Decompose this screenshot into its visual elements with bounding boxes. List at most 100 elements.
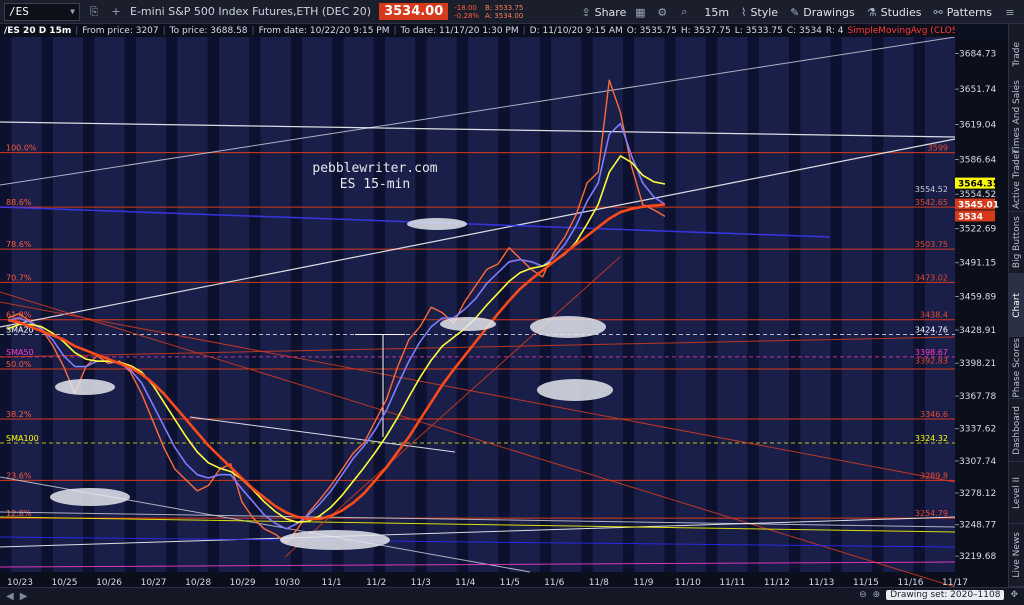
rail-tab-times-and-sales[interactable]: Times And Sales (1009, 80, 1024, 154)
session-stripe (871, 37, 884, 587)
rail-tab-dashboard[interactable]: Dashboard (1009, 399, 1024, 462)
level-price-label: 3503.75 (915, 240, 948, 249)
overflow-menu-icon[interactable]: ≡ (1002, 6, 1018, 19)
level-price-label: 3542.65 (915, 198, 948, 207)
chart-info-row: /ES 20 D 15m | From price: 3207 | To pri… (0, 24, 955, 37)
annotation-ellipse (440, 317, 496, 331)
fib-level-label: 50.0% (6, 360, 32, 369)
session-stripe (830, 37, 842, 587)
session-stripe (788, 37, 801, 587)
share-button[interactable]: ⇪ Share (581, 6, 626, 19)
rail-tab-trade[interactable]: Trade (1009, 24, 1024, 87)
x-tick-label: 11/4 (455, 578, 475, 587)
patterns-label: Patterns (946, 5, 992, 19)
price-tag-label: 3534 (958, 212, 983, 222)
y-tick-label: 3248.77 (959, 521, 996, 531)
x-tick-label: 11/10 (675, 578, 701, 587)
bottom-bar: ◀ ▶ ⊖ ⊕ Drawing set: 2020–1108 ✥ (0, 587, 1024, 605)
x-tick-label: 11/13 (808, 578, 834, 587)
price-tag-label: 3564.35 (958, 180, 999, 190)
style-icon: ⌇ (741, 5, 747, 19)
price-chart[interactable]: 100.0% 88.6% 78.6% 70.7% 61.8% 50.0% 38.2% 23.6… (0, 37, 1008, 587)
rail-tab-label: Chart (1012, 292, 1022, 318)
info-bar-date: D: 11/10/20 9:15 AM (529, 25, 623, 36)
rail-tab-chart[interactable]: Chart (1009, 274, 1024, 337)
ask-price: A: 3534.00 (485, 11, 524, 20)
x-tick-label: 11/2 (366, 578, 386, 587)
rail-tab-label: Trade (1012, 42, 1022, 68)
rail-tab-level-ii[interactable]: Level II (1009, 462, 1024, 525)
divider: | (162, 25, 166, 36)
style-label: Style (750, 5, 779, 19)
rail-tab-label: Phase Scores (1012, 337, 1022, 398)
last-price-badge: 3534.00 (379, 3, 449, 20)
x-tick-label: 10/30 (274, 578, 300, 587)
bid-price: B: 3533.75 (485, 3, 524, 12)
info-close: C: 3534 (786, 25, 822, 36)
level-price-label: 3424.76 (915, 325, 948, 334)
x-tick-label: 10/25 (52, 578, 78, 587)
drawing-set-label[interactable]: Drawing set: 2020–1108 (886, 590, 1005, 600)
zoom-out-icon[interactable]: ⊖ (859, 590, 867, 600)
x-tick-label: 10/29 (230, 578, 256, 587)
style-button[interactable]: ⌇ Style (741, 6, 778, 19)
rail-tab-phase-scores[interactable]: Phase Scores (1009, 337, 1024, 400)
pan-icon[interactable]: ✥ (1010, 590, 1018, 600)
rail-tab-label: Dashboard (1012, 405, 1022, 455)
x-tick-label: 10/26 (96, 578, 122, 587)
zoom-in-icon[interactable]: ⊕ (873, 590, 881, 600)
session-stripe (290, 37, 303, 587)
studies-button[interactable]: ⚗ Studies (867, 6, 922, 19)
net-change: -18.00 (454, 3, 477, 12)
session-stripe (747, 37, 759, 587)
session-stripe (373, 37, 386, 587)
right-rail: Trade Times And Sales Active Trader Big But… (1008, 24, 1024, 587)
info-high: H: 3537.75 (680, 25, 731, 36)
info-low: L: 3533.75 (734, 25, 783, 36)
level-price-label: 3392.83 (915, 357, 948, 366)
bottom-right-controls: ⊖ ⊕ Drawing set: 2020–1108 ✥ (859, 590, 1018, 600)
chart-background (0, 37, 955, 587)
plus-icon[interactable]: + (108, 5, 124, 18)
contract-name: E-mini S&P 500 Index Futures,ETH (DEC 20… (130, 5, 372, 18)
grid-icon[interactable]: ▦ (632, 6, 648, 19)
info-to-price: To price: 3688.58 (169, 25, 248, 36)
rail-tab-active-trader[interactable]: Active Trader (1009, 149, 1024, 212)
fib-level-label: 88.6% (6, 198, 32, 207)
y-tick-label: 3307.74 (959, 457, 996, 467)
annotation-ellipse (407, 218, 467, 230)
level-price-label: 3599 (928, 144, 948, 153)
x-tick-label: 11/15 (853, 578, 879, 587)
y-tick-label: 3428.91 (959, 326, 996, 336)
patterns-icon: ⚯ (933, 5, 943, 19)
price-axis-panel (955, 37, 1008, 587)
scroll-left-icon[interactable]: ◀ (6, 591, 14, 602)
x-tick-label: 10/28 (185, 578, 211, 587)
sma-label: SMA50 (6, 348, 34, 357)
drawings-button[interactable]: ✎ Drawings (790, 6, 855, 19)
interval-button[interactable]: 15m (704, 6, 729, 19)
level-price-label: 3473.02 (915, 273, 948, 282)
share-icon: ⇪ (581, 5, 591, 19)
fib-level-label: 70.7% (6, 273, 32, 282)
scroll-right-icon[interactable]: ▶ (20, 591, 28, 602)
symbol-selector[interactable]: /ES ▼ (4, 2, 80, 21)
link-icon[interactable]: ⎘ (86, 5, 102, 19)
pencil-icon: ✎ (790, 5, 800, 19)
patterns-button[interactable]: ⚯ Patterns (933, 6, 992, 19)
session-stripe (581, 37, 593, 587)
chart-svg: 100.0%88.6%78.6%70.7%61.8%50.0%38.2%23.6… (0, 37, 1008, 587)
gear-icon[interactable]: ⚙ (654, 6, 670, 19)
y-tick-label: 3367.78 (959, 392, 996, 402)
rail-tab-big-buttons[interactable]: Big Buttons (1009, 212, 1024, 275)
y-tick-label: 3398.21 (959, 359, 996, 369)
y-tick-label: 3651.74 (959, 85, 996, 95)
y-tick-label: 3684.73 (959, 50, 996, 60)
y-tick-label: 3522.69 (959, 225, 996, 235)
search-icon[interactable]: ⌕ (676, 5, 692, 19)
session-stripe (124, 37, 136, 587)
x-tick-label: 11/3 (411, 578, 431, 587)
watermark-line-1: pebblewriter.com (312, 161, 437, 176)
rail-tab-live-news[interactable]: Live News (1009, 524, 1024, 587)
info-study: SimpleMovingAvg (CLOSE, 10, 0, no) (847, 25, 955, 36)
